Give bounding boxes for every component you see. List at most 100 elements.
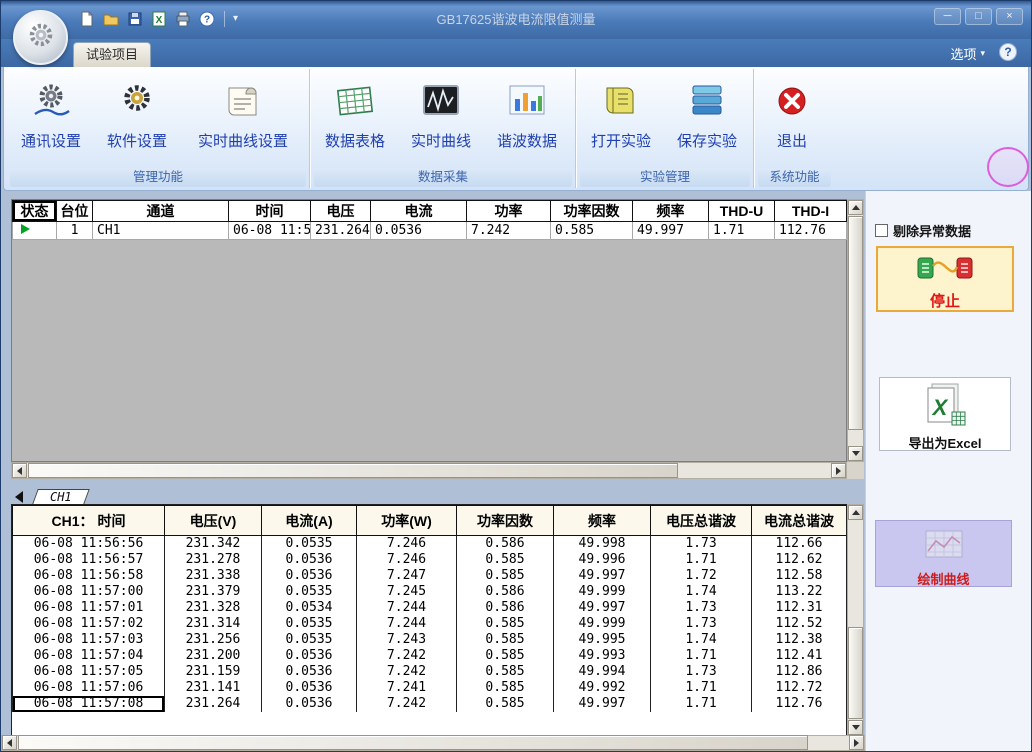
channel-data-cell[interactable]: 0.0536	[262, 648, 357, 664]
channel-data-row[interactable]: 06-08 11:57:04231.2000.05367.2420.58549.…	[13, 648, 847, 664]
harmonic-data-button[interactable]: 谐波数据	[484, 77, 570, 169]
channel-data-cell[interactable]: 06-08 11:57:06	[13, 680, 165, 696]
new-file-icon[interactable]	[77, 9, 96, 28]
vscrollbar-thumb[interactable]	[848, 627, 863, 719]
channel-data-cell[interactable]: 0.0535	[262, 584, 357, 600]
channel-data-cell[interactable]: 0.585	[457, 552, 554, 568]
software-settings-button[interactable]: 软件设置	[94, 77, 180, 169]
app-menu-button[interactable]	[13, 10, 68, 65]
hscrollbar-thumb[interactable]	[18, 735, 808, 750]
hscrollbar-thumb[interactable]	[28, 463, 678, 478]
channel-data-cell[interactable]: 7.246	[357, 552, 457, 568]
status-column-header[interactable]: 状态	[13, 201, 57, 222]
channel-data-cell[interactable]: 1.73	[651, 600, 752, 616]
channel-data-cell[interactable]: 1.73	[651, 664, 752, 680]
realtime-curve-button[interactable]: 实时曲线	[398, 77, 484, 169]
channel-data-cell[interactable]: 231.379	[165, 584, 262, 600]
channel-data-cell[interactable]: 112.76	[752, 696, 847, 712]
exit-button[interactable]: 退出	[756, 77, 828, 169]
power-column-header[interactable]: 功率(W)	[357, 506, 457, 536]
channel-data-cell[interactable]: 112.72	[752, 680, 847, 696]
channel-data-cell[interactable]: 7.244	[357, 616, 457, 632]
status-table-row[interactable]: 1 CH1 06-08 11:57:08 231.264 0.0536 7.24…	[13, 222, 847, 240]
time-column-header[interactable]: 时间	[229, 201, 311, 222]
channel-data-cell[interactable]: 0.0535	[262, 536, 357, 553]
channel-data-cell[interactable]: 1.71	[651, 552, 752, 568]
channel-data-cell[interactable]: 112.41	[752, 648, 847, 664]
channel-data-cell[interactable]: 7.245	[357, 584, 457, 600]
channel-data-cell[interactable]: 231.264	[165, 696, 262, 712]
power-factor-column-header[interactable]: 功率因数	[457, 506, 554, 536]
channel-data-cell[interactable]: 231.159	[165, 664, 262, 680]
channel-data-cell[interactable]: 1.71	[651, 680, 752, 696]
channel-data-cell[interactable]: 112.62	[752, 552, 847, 568]
channel-data-cell[interactable]: 06-08 11:56:58	[13, 568, 165, 584]
time-column-header[interactable]: CH1： 时间	[13, 506, 165, 536]
minimize-button[interactable]: ─	[934, 8, 961, 25]
channel-data-row[interactable]: 06-08 11:57:00231.3790.05357.2450.58649.…	[13, 584, 847, 600]
comm-settings-button[interactable]: 通讯设置	[8, 77, 94, 169]
channel-data-cell[interactable]: 231.338	[165, 568, 262, 584]
scroll-up-button[interactable]	[848, 200, 863, 215]
channel-data-cell[interactable]: 49.995	[554, 632, 651, 648]
print-icon[interactable]	[173, 9, 192, 28]
qat-more-button[interactable]: ▾	[233, 13, 238, 24]
scroll-down-button[interactable]	[848, 446, 863, 461]
channel-data-cell[interactable]: 0.0535	[262, 616, 357, 632]
channel-data-cell[interactable]: 49.996	[554, 552, 651, 568]
channel-data-cell[interactable]: 49.999	[554, 584, 651, 600]
save-icon[interactable]	[125, 9, 144, 28]
channel-data-cell[interactable]: 7.244	[357, 600, 457, 616]
channel-data-cell[interactable]: 1.72	[651, 568, 752, 584]
channel-data-cell[interactable]: 0.585	[457, 632, 554, 648]
channel-data-cell[interactable]: 49.997	[554, 600, 651, 616]
channel-data-cell[interactable]: 113.22	[752, 584, 847, 600]
export-excel-button[interactable]: X 导出为Excel	[879, 377, 1011, 451]
scroll-up-button[interactable]	[848, 505, 863, 520]
stop-button[interactable]: 停止	[876, 246, 1014, 312]
voltage-column-header[interactable]: 电压	[311, 201, 371, 222]
help-icon[interactable]: ?	[197, 9, 216, 28]
channel-data-cell[interactable]: 1.73	[651, 616, 752, 632]
close-button[interactable]: ×	[996, 8, 1023, 25]
channel-data-cell[interactable]: 7.241	[357, 680, 457, 696]
channel-data-cell[interactable]: 06-08 11:57:02	[13, 616, 165, 632]
channel-data-cell[interactable]: 0.585	[457, 568, 554, 584]
channel-data-cell[interactable]: 06-08 11:56:57	[13, 552, 165, 568]
channel-data-cell[interactable]: 1.71	[651, 696, 752, 712]
open-file-icon[interactable]	[101, 9, 120, 28]
channel-data-vscrollbar[interactable]	[847, 504, 864, 736]
channel-data-cell[interactable]: 06-08 11:57:03	[13, 632, 165, 648]
channel-data-cell[interactable]: 7.243	[357, 632, 457, 648]
channel-data-cell[interactable]: 0.0536	[262, 696, 357, 712]
channel-data-row[interactable]: 06-08 11:56:56231.3420.05357.2460.58649.…	[13, 536, 847, 553]
channel-data-cell[interactable]: 06-08 11:57:01	[13, 600, 165, 616]
channel-data-cell[interactable]: 7.242	[357, 648, 457, 664]
channel-data-row[interactable]: 06-08 11:57:02231.3140.05357.2440.58549.…	[13, 616, 847, 632]
channel-data-cell[interactable]: 0.585	[457, 680, 554, 696]
channel-data-cell[interactable]: 06-08 11:57:00	[13, 584, 165, 600]
channel-data-cell[interactable]: 49.994	[554, 664, 651, 680]
channel-data-row[interactable]: 06-08 11:56:58231.3380.05367.2470.58549.…	[13, 568, 847, 584]
voltage-thd-column-header[interactable]: 电压总谐波	[651, 506, 752, 536]
channel-data-cell[interactable]: 112.86	[752, 664, 847, 680]
channel-data-cell[interactable]: 49.997	[554, 696, 651, 712]
options-menu[interactable]: 选项 ▾	[950, 44, 985, 63]
power-factor-column-header[interactable]: 功率因数	[551, 201, 633, 222]
channel-data-cell[interactable]: 06-08 11:57:08	[13, 696, 165, 712]
channel-data-cell[interactable]: 0.585	[457, 648, 554, 664]
excel-icon[interactable]: X	[149, 9, 168, 28]
voltage-column-header[interactable]: 电压(V)	[165, 506, 262, 536]
channel-data-row[interactable]: 06-08 11:56:57231.2780.05367.2460.58549.…	[13, 552, 847, 568]
scroll-right-button[interactable]	[849, 735, 864, 750]
status-table-vscrollbar[interactable]	[847, 199, 864, 462]
channel-tab-scroll-left-button[interactable]	[11, 489, 27, 504]
channel-data-cell[interactable]: 06-08 11:57:05	[13, 664, 165, 680]
tab-test-project[interactable]: 试验项目	[73, 42, 151, 67]
bottom-hscrollbar[interactable]	[1, 735, 865, 751]
channel-data-cell[interactable]: 7.247	[357, 568, 457, 584]
channel-data-cell[interactable]: 0.0536	[262, 568, 357, 584]
scroll-right-button[interactable]	[831, 463, 846, 478]
channel-data-cell[interactable]: 49.997	[554, 568, 651, 584]
open-experiment-button[interactable]: 打开实验	[578, 77, 664, 169]
